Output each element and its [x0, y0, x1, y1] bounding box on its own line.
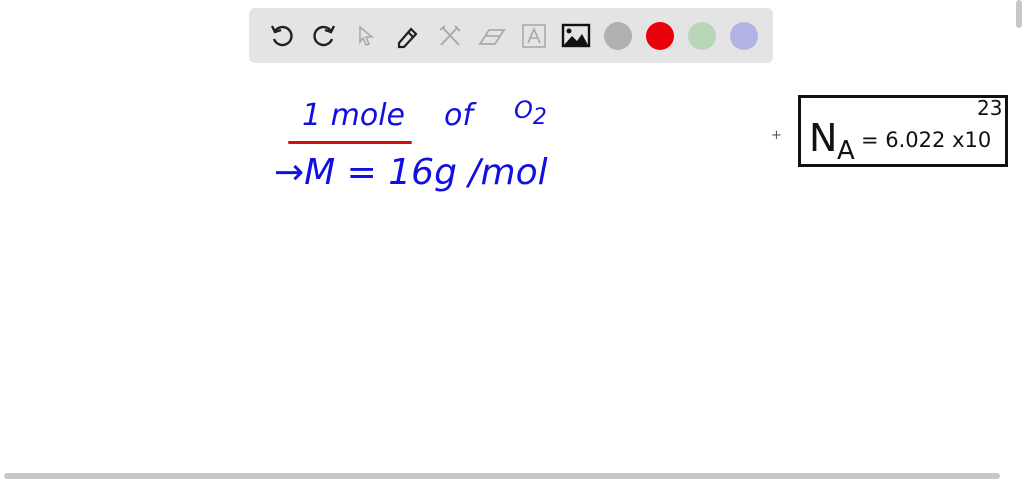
horizontal-scrollbar[interactable]	[4, 473, 1000, 479]
color-green-swatch[interactable]	[681, 16, 723, 56]
handwritten-o2: O2	[514, 96, 547, 130]
avogadro-box: N A = 6.022 x10 23	[798, 95, 1008, 167]
color-gray-swatch[interactable]	[597, 16, 639, 56]
o-text: O	[514, 96, 533, 124]
select-tool-button[interactable]	[345, 16, 387, 56]
redo-icon	[313, 24, 336, 46]
n-text: N	[809, 116, 838, 160]
avogadro-value: = 6.022 x10	[861, 128, 992, 152]
tools-button[interactable]	[429, 16, 471, 56]
pencil-icon	[397, 26, 418, 48]
cursor-crosshair: +	[771, 128, 782, 143]
pointer-icon	[359, 24, 375, 46]
eraser-button[interactable]	[471, 16, 513, 56]
undo-icon	[270, 24, 293, 46]
color-dot	[646, 21, 674, 50]
redo-button[interactable]	[303, 16, 345, 56]
pen-tool-button[interactable]	[387, 16, 429, 56]
tools-icon	[439, 24, 461, 46]
image-button[interactable]	[555, 16, 597, 56]
undo-button[interactable]	[261, 16, 303, 56]
handwritten-molar-mass: →M = 16g /mol	[274, 152, 548, 193]
subscript-2: 2	[532, 104, 547, 130]
red-underline	[288, 141, 412, 144]
vertical-scrollbar[interactable]	[1016, 0, 1022, 28]
handwritten-of: of	[444, 98, 473, 133]
image-icon	[561, 23, 591, 47]
eraser-icon	[478, 28, 506, 45]
handwritten-1-mole: 1 mole	[302, 98, 405, 133]
exponent: 23	[977, 96, 1003, 120]
text-tool-button[interactable]	[513, 16, 555, 56]
color-lavender-swatch[interactable]	[723, 16, 765, 56]
color-dot	[604, 21, 632, 50]
a-subscript: A	[837, 136, 855, 166]
color-dot	[688, 21, 716, 50]
color-red-swatch[interactable]	[639, 16, 681, 56]
text-icon	[522, 23, 546, 48]
drawing-toolbar	[249, 8, 773, 63]
color-dot	[730, 21, 758, 50]
